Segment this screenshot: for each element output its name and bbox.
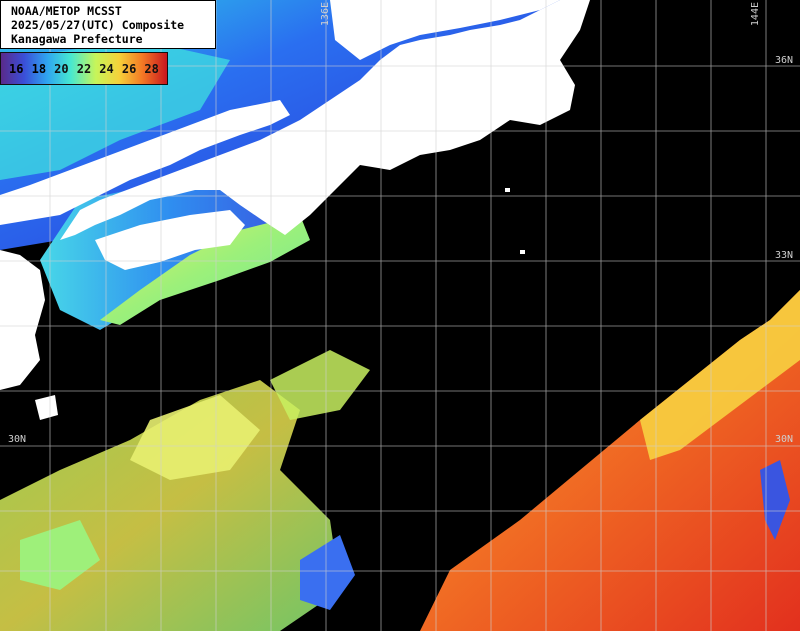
legend-label: 24 <box>99 61 114 76</box>
small-island <box>520 250 525 254</box>
lon-label-136e: 136E <box>320 2 331 27</box>
legend-label: 28 <box>144 61 159 76</box>
legend-label: 18 <box>31 61 47 76</box>
title-box: NOAA/METOP MCSST 2025/05/27(UTC) Composi… <box>0 0 216 49</box>
legend-label: 20 <box>54 61 69 76</box>
small-island <box>505 188 510 192</box>
title-date: 2025/05/27(UTC) Composite <box>11 18 185 32</box>
lat-label-30n-left: 30N <box>8 434 27 445</box>
color-scale-legend: 16 18 20 22 24 26 28 <box>0 52 168 85</box>
lat-label-33n: 33N <box>775 250 794 261</box>
lat-label-30n-right: 30N <box>775 434 794 445</box>
legend-label: 16 <box>9 61 24 76</box>
legend-label: 22 <box>76 61 92 76</box>
sst-map <box>0 0 800 631</box>
legend-label: 26 <box>121 61 137 76</box>
lat-label-36n: 36N <box>775 55 794 66</box>
title-source: NOAA/METOP MCSST <box>11 4 122 18</box>
lon-label-144e: 144E <box>750 2 761 27</box>
title-region: Kanagawa Prefecture <box>11 32 143 46</box>
